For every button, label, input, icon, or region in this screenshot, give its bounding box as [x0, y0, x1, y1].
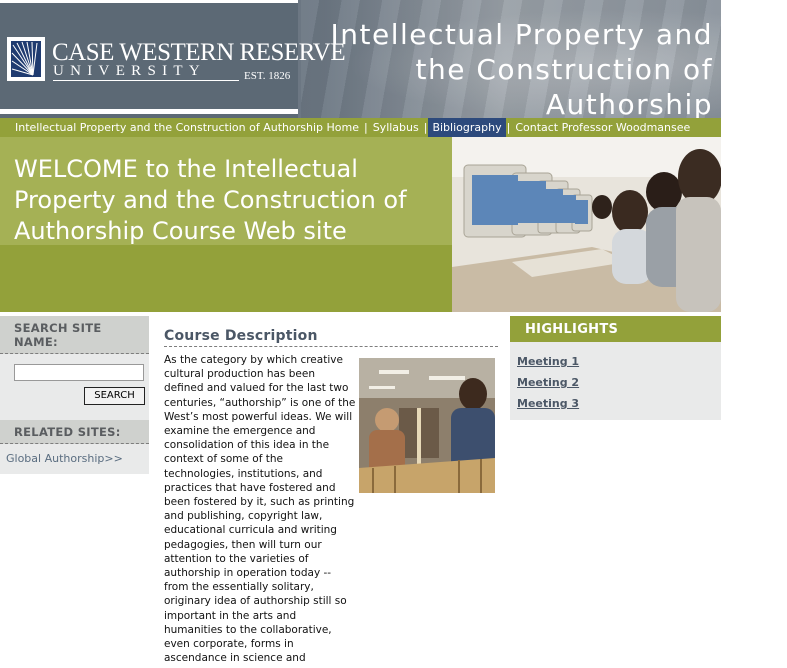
meeting-2-link[interactable]: Meeting 2: [517, 372, 721, 393]
search-input[interactable]: [14, 364, 144, 381]
logo-top-rule: [0, 0, 298, 3]
university-logo[interactable]: CASE WESTERN RESERVE UNIVERSITY EST. 182…: [0, 0, 346, 118]
nav-bibliography[interactable]: Bibliography: [428, 118, 506, 137]
meeting-1-link[interactable]: Meeting 1: [517, 351, 721, 372]
related-sites-panel: Global Authorship>>: [0, 444, 149, 474]
highlights-heading: HIGHLIGHTS: [510, 316, 721, 342]
main-content: Course Description As the category by wh…: [164, 328, 498, 664]
highlights-panel: HIGHLIGHTS Meeting 1 Meeting 2 Meeting 3: [510, 316, 721, 420]
classroom-photo: [359, 358, 495, 493]
university-seal-icon: [7, 37, 45, 81]
course-description-heading: Course Description: [164, 328, 498, 347]
search-heading: SEARCH SITE NAME:: [0, 316, 149, 354]
university-subtitle: UNIVERSITY: [53, 63, 206, 79]
left-sidebar: SEARCH SITE NAME: SEARCH RELATED SITES: …: [0, 316, 149, 474]
logo-divider: [53, 80, 239, 81]
established-year: EST. 1826: [244, 70, 291, 82]
welcome-heading: WELCOME to the Intellectual Property and…: [14, 155, 407, 245]
nav-home[interactable]: Intellectual Property and the Constructi…: [0, 118, 363, 137]
logo-bottom-rule: [0, 109, 298, 114]
site-title: Intellectual Property and the Constructi…: [330, 18, 713, 118]
highlights-list: Meeting 1 Meeting 2 Meeting 3: [510, 342, 721, 420]
meeting-3-link[interactable]: Meeting 3: [517, 393, 721, 414]
nav-syllabus[interactable]: Syllabus: [369, 118, 423, 137]
site-header: CASE WESTERN RESERVE UNIVERSITY EST. 182…: [0, 0, 721, 118]
global-authorship-link[interactable]: Global Authorship>>: [6, 452, 123, 465]
search-button[interactable]: SEARCH: [84, 387, 145, 405]
course-description-text: As the category by which creative cultur…: [164, 354, 356, 665]
welcome-banner: WELCOME to the Intellectual Property and…: [0, 137, 452, 312]
main-nav: Intellectual Property and the Constructi…: [0, 118, 721, 137]
related-sites-heading: RELATED SITES:: [0, 420, 149, 444]
nav-contact[interactable]: Contact Professor Woodmansee: [511, 118, 694, 137]
search-panel: SEARCH: [0, 354, 149, 420]
students-at-computers-photo: [452, 137, 721, 312]
